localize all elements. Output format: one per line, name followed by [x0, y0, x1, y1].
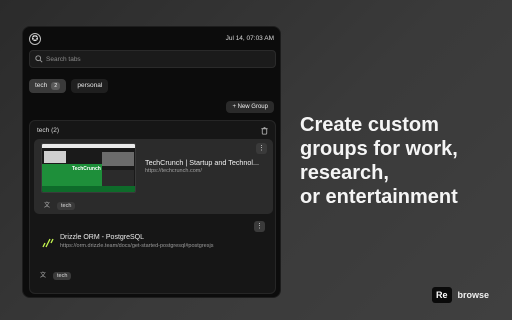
group-title: tech (2)	[37, 127, 60, 134]
search-bar[interactable]	[29, 50, 276, 68]
tab-title[interactable]: Drizzle ORM - PostgreSQL	[60, 234, 144, 241]
drizzle-logo-icon	[42, 238, 54, 248]
tab-url: https://techcrunch.com/	[145, 168, 202, 174]
brand-logo: Re browse	[432, 287, 489, 303]
more-vertical-icon[interactable]: ⋮	[256, 143, 267, 154]
extension-panel: ✪ Jul 14, 07:03 AM tech 2 personal + New…	[22, 26, 281, 298]
search-input[interactable]	[46, 53, 266, 65]
datetime: Jul 14, 07:03 AM	[225, 35, 274, 42]
tag-chip[interactable]: tech	[53, 272, 72, 280]
headline-line: or entertainment	[300, 186, 458, 208]
translate-icon[interactable]: 文	[40, 273, 47, 280]
tab-url: https://orm.drizzle.team/docs/get-starte…	[60, 243, 214, 249]
headline-line: groups for work,	[300, 138, 458, 160]
tab-item-card[interactable]: TechCrunch TechCrunch | Startup and Tech…	[34, 139, 273, 214]
tab-label: tech	[35, 82, 48, 89]
more-vertical-icon[interactable]: ⋮	[254, 221, 265, 232]
brand-name: browse	[457, 290, 490, 300]
tab-tech[interactable]: tech 2	[29, 79, 67, 93]
marketing-headline: Create custom groups for work, research,…	[300, 113, 500, 209]
page-thumbnail: TechCrunch	[41, 143, 136, 193]
brand-badge: Re	[432, 287, 452, 303]
thumbnail-logo-text: TechCrunch	[72, 166, 101, 172]
new-group-button[interactable]: + New Group	[226, 101, 274, 113]
tag-row: 文 tech	[40, 272, 72, 280]
tab-count-badge: 2	[51, 82, 61, 90]
search-icon	[35, 55, 43, 63]
star-circle-icon[interactable]: ✪	[29, 33, 41, 45]
tab-label: personal	[77, 82, 103, 89]
tag-chip[interactable]: tech	[57, 202, 76, 210]
tag-row: 文 tech	[44, 202, 76, 210]
tab-group-card: tech (2) TechCrunch TechCrunch | Startup…	[29, 120, 276, 294]
headline-line: research,	[300, 162, 389, 184]
tab-personal[interactable]: personal	[71, 79, 109, 93]
tab-title[interactable]: TechCrunch | Startup and Technol...	[145, 158, 263, 167]
headline-line: Create custom	[300, 114, 439, 136]
trash-icon[interactable]	[260, 126, 269, 135]
translate-icon[interactable]: 文	[44, 203, 51, 210]
group-tabs: tech 2 personal	[29, 79, 109, 93]
